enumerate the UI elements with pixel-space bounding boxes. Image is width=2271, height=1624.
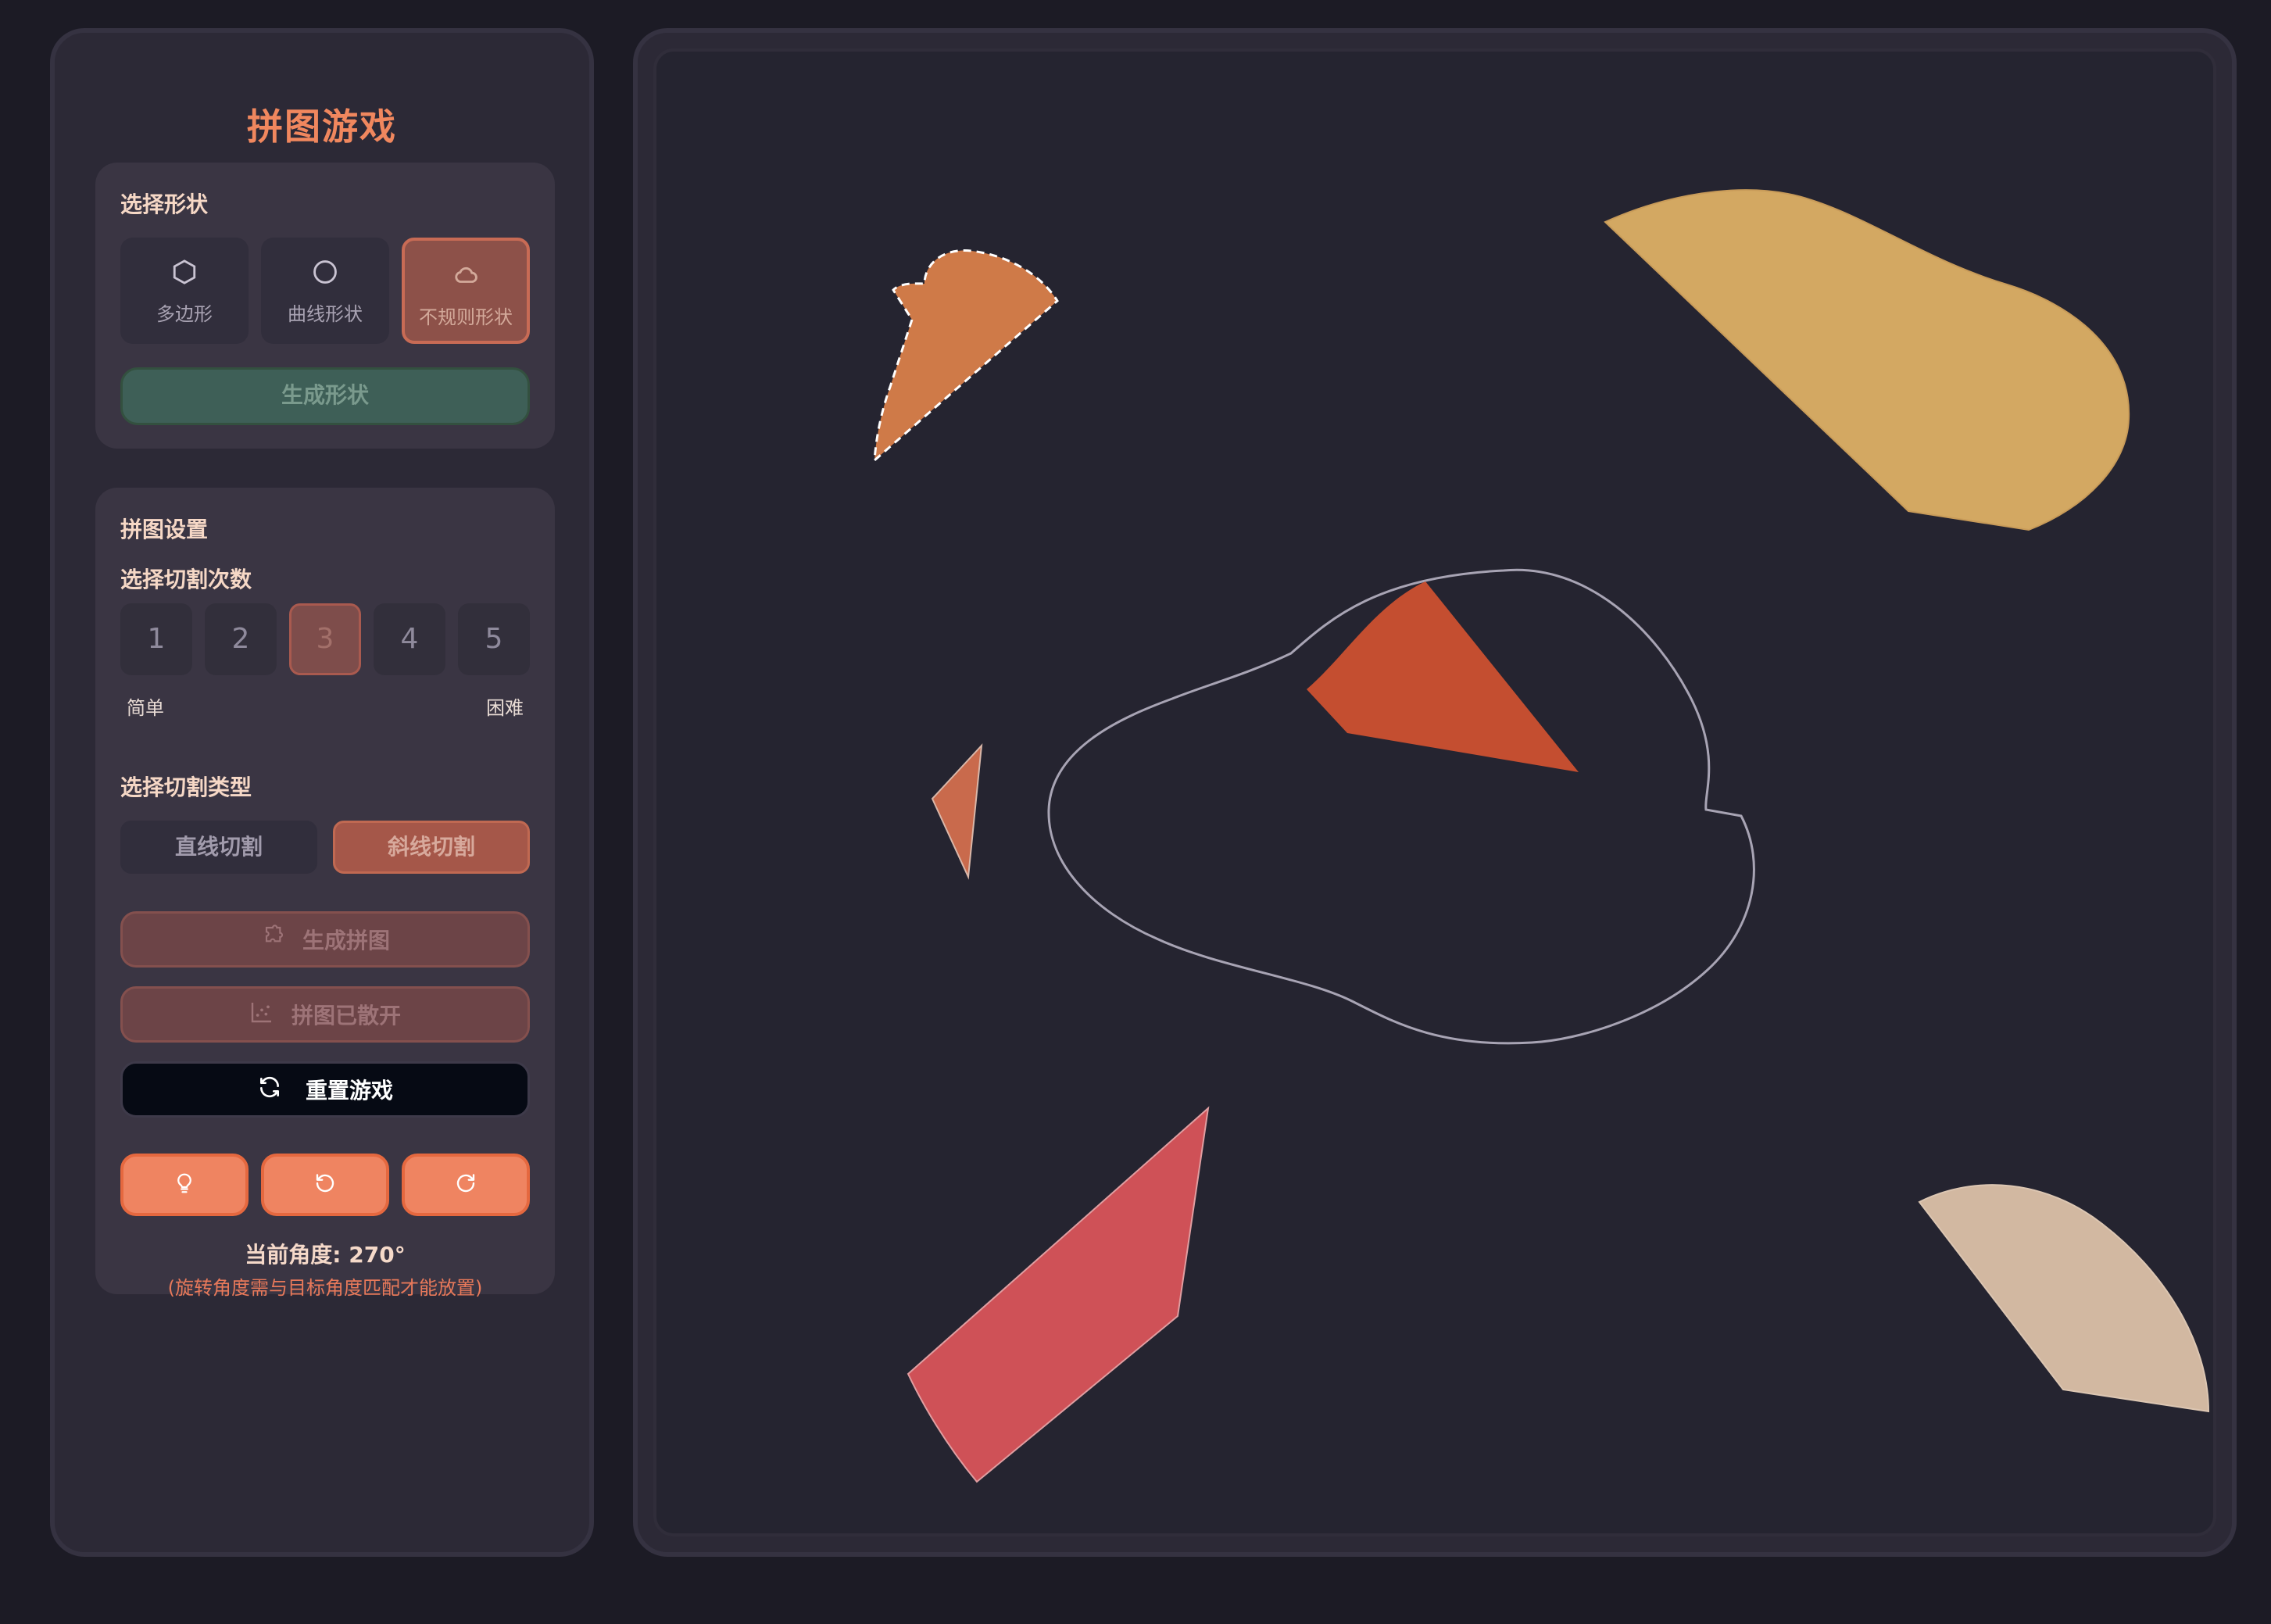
cut-count-label: 选择切割次数	[120, 567, 252, 592]
page-title: 拼图游戏	[247, 106, 397, 148]
cut-count-4[interactable]: 4	[374, 603, 445, 675]
oblique-cut-button[interactable]: 斜线切割	[333, 821, 530, 874]
small-triangle-piece[interactable]	[931, 743, 983, 880]
shape-option-curve[interactable]: 曲线形状	[261, 238, 389, 344]
reset-game-button[interactable]: 重置游戏	[120, 1061, 530, 1118]
easy-label: 简单	[127, 697, 164, 719]
straight-cut-button[interactable]: 直线切割	[120, 821, 317, 874]
hexagon-icon	[120, 255, 249, 289]
shape-section-label: 选择形状	[120, 191, 209, 217]
beige-piece[interactable]	[1918, 1184, 2210, 1413]
lightbulb-icon	[173, 1171, 196, 1198]
circle-icon	[261, 255, 389, 289]
shape-option-label: 曲线形状	[288, 303, 363, 325]
scattered-button[interactable]: 拼图已散开	[120, 986, 530, 1043]
game-area	[633, 28, 2237, 1557]
rotate-right-button[interactable]	[402, 1154, 530, 1216]
red-piece[interactable]	[907, 1106, 1210, 1483]
rotate-right-icon	[454, 1171, 477, 1198]
refresh-icon	[257, 1075, 282, 1105]
rotate-left-button[interactable]	[261, 1154, 389, 1216]
puzzle-icon	[260, 924, 285, 955]
generate-puzzle-button[interactable]: 生成拼图	[120, 911, 530, 968]
game-board[interactable]	[653, 48, 2216, 1536]
app-root: 拼图游戏 选择形状 多边形 曲线形状 不规则形状 生成形状 拼图设置 选择切割次…	[0, 0, 2271, 1624]
sidebar: 拼图游戏 选择形状 多边形 曲线形状 不规则形状 生成形状 拼图设置 选择切割次…	[50, 28, 594, 1557]
scatter-chart-icon	[249, 1000, 274, 1030]
settings-section-label: 拼图设置	[120, 517, 209, 542]
cloud-icon	[405, 258, 527, 292]
reset-game-label: 重置游戏	[305, 1078, 393, 1104]
puzzle-canvas	[873, 189, 2210, 1483]
angle-note: (旋转角度需与目标角度匹配才能放置)	[167, 1277, 483, 1299]
shape-option-label: 多边形	[156, 303, 213, 325]
selected-piece[interactable]	[873, 249, 1059, 463]
hint-button[interactable]	[120, 1154, 249, 1216]
rotate-left-icon	[313, 1171, 337, 1198]
shape-option-irregular[interactable]: 不规则形状	[402, 238, 530, 344]
shape-option-label: 不规则形状	[419, 306, 513, 328]
cut-count-5[interactable]: 5	[458, 603, 530, 675]
settings-panel: 拼图设置 选择切割次数 1 2 3 4 5 简单 困难 选择切割类型 直线切割 …	[95, 488, 555, 1299]
shape-option-polygon[interactable]: 多边形	[120, 238, 249, 344]
scattered-label: 拼图已散开	[291, 1003, 401, 1028]
cut-count-3[interactable]: 3	[289, 603, 361, 675]
cut-type-label: 选择切割类型	[120, 774, 252, 800]
cut-count-1[interactable]: 1	[120, 603, 192, 675]
shape-panel: 选择形状 多边形 曲线形状 不规则形状 生成形状	[95, 163, 555, 449]
generate-puzzle-label: 生成拼图	[302, 928, 390, 953]
cut-count-2[interactable]: 2	[205, 603, 277, 675]
hard-label: 困难	[486, 697, 524, 719]
current-angle: 当前角度: 270°	[245, 1242, 406, 1268]
generate-shape-button[interactable]: 生成形状	[120, 367, 530, 425]
yellow-piece[interactable]	[1604, 189, 2130, 531]
